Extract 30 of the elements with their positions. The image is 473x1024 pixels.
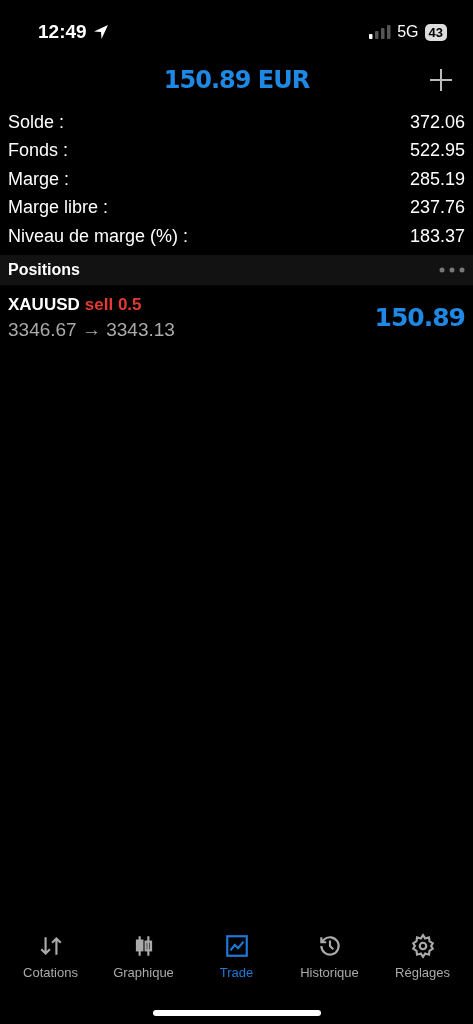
location-arrow-icon <box>92 24 109 40</box>
battery-level: 43 <box>424 23 447 41</box>
signal-icon <box>369 25 392 39</box>
tab[interactable]: Trade <box>191 933 282 980</box>
status-time: 12:49 <box>38 21 87 43</box>
summary-label: Fonds : <box>8 140 69 162</box>
summary-value: 183.37 <box>409 225 465 247</box>
tab[interactable]: Historique <box>284 933 375 980</box>
position-prices: 3346.67 → 3343.13 <box>8 318 175 341</box>
line-chart-icon <box>223 933 250 959</box>
summary-label: Solde : <box>8 111 65 133</box>
settings-icon <box>409 933 436 959</box>
network-label: 5G <box>397 23 419 41</box>
tab[interactable]: Cotations <box>5 933 96 980</box>
position-symbol: XAUUSD <box>8 294 80 315</box>
summary-label: Marge libre : <box>8 197 109 219</box>
tab[interactable]: Graphique <box>98 933 189 980</box>
position-side: sell 0.5 <box>84 294 142 315</box>
summary-value: 522.95 <box>409 140 465 162</box>
balance-title: 150.89 EUR <box>163 66 310 94</box>
summary-label: Niveau de marge (%) : <box>8 225 189 247</box>
add-icon[interactable] <box>429 68 453 92</box>
section-title: Positions <box>8 260 80 279</box>
tab[interactable]: Réglages <box>377 933 468 980</box>
summary-value: 237.76 <box>409 197 465 219</box>
summary-value: 285.19 <box>409 168 465 190</box>
summary-value: 372.06 <box>409 111 465 133</box>
position-profit: 150.89 <box>374 303 465 332</box>
summary-label: Marge : <box>8 168 70 190</box>
more-icon[interactable] <box>439 266 465 273</box>
